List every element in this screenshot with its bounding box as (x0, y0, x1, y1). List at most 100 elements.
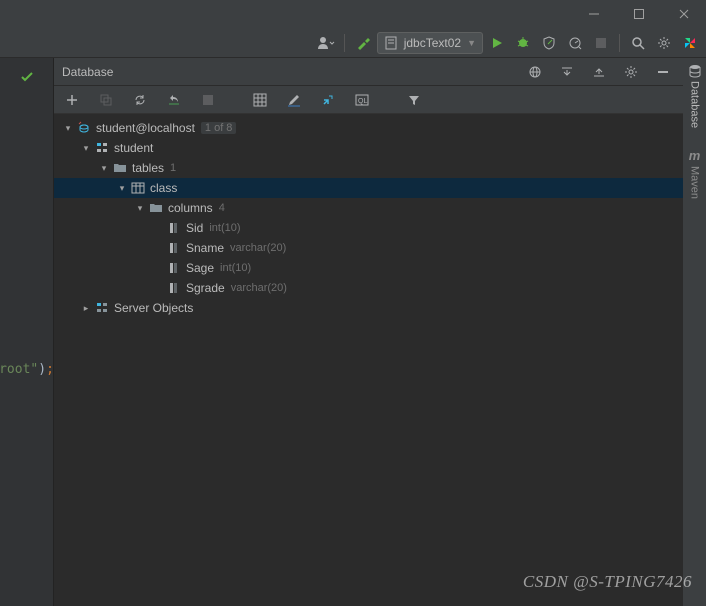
hammer-icon (356, 36, 370, 50)
query-console-button[interactable]: QL (350, 88, 374, 112)
user-icon (317, 36, 335, 50)
tree-row-column[interactable]: ▸ Sname varchar(20) (54, 238, 683, 258)
user-dropdown-button[interactable] (314, 31, 338, 55)
console-icon: QL (355, 93, 369, 107)
close-icon (678, 8, 690, 20)
add-datasource-button[interactable] (60, 88, 84, 112)
stop-icon (203, 95, 213, 105)
close-button[interactable] (661, 0, 706, 28)
tree-row-schema[interactable]: ▾ student (54, 138, 683, 158)
chevron-down-icon[interactable]: ▾ (60, 123, 76, 134)
chevron-down-icon[interactable]: ▾ (132, 203, 148, 214)
expand-button[interactable] (555, 60, 579, 84)
pencil-icon (287, 93, 301, 107)
database-icon (688, 64, 702, 78)
schema-label: student (114, 141, 153, 155)
database-tree[interactable]: ▾ student@localhost 1 of 8 ▾ student ▾ t… (54, 114, 683, 606)
window-titlebar (0, 0, 706, 28)
run-config-select[interactable]: jdbcText02 ▼ (377, 32, 483, 54)
tree-row-column[interactable]: ▸ Sid int(10) (54, 218, 683, 238)
database-panel-header: Database (54, 58, 683, 86)
jump-icon (321, 93, 335, 107)
column-type: varchar(20) (231, 282, 287, 294)
collapse-icon (593, 66, 605, 78)
search-everywhere-button[interactable] (626, 31, 650, 55)
tables-label: tables (132, 161, 164, 175)
run-button[interactable] (485, 31, 509, 55)
build-button[interactable] (351, 31, 375, 55)
column-type: int(10) (209, 222, 240, 234)
server-objects-icon (94, 300, 110, 316)
toolbox-button[interactable] (678, 31, 702, 55)
chevron-down-icon[interactable]: ▾ (96, 163, 112, 174)
edit-button[interactable] (282, 88, 306, 112)
jump-to-console-button[interactable] (316, 88, 340, 112)
columns-label: columns (168, 201, 213, 215)
separator (344, 34, 345, 52)
maven-tool-button[interactable]: m Maven (689, 148, 701, 199)
panel-settings-button[interactable] (619, 60, 643, 84)
filter-button[interactable] (402, 88, 426, 112)
schema-icon (94, 140, 110, 156)
column-type: int(10) (220, 262, 251, 274)
chevron-down-icon: ▼ (467, 38, 476, 48)
plus-icon (66, 94, 78, 106)
rollback-button[interactable] (162, 88, 186, 112)
database-tool-button[interactable]: Database (688, 64, 702, 128)
stop-button[interactable] (589, 31, 613, 55)
coverage-button[interactable] (537, 31, 561, 55)
tree-row-datasource[interactable]: ▾ student@localhost 1 of 8 (54, 118, 683, 138)
profiler-icon (568, 36, 582, 50)
column-icon (166, 240, 182, 256)
tree-row-table-class[interactable]: ▾ class (54, 178, 683, 198)
datasource-label: student@localhost (96, 121, 195, 135)
duplicate-icon (100, 94, 112, 106)
column-name: Sgrade (186, 281, 225, 295)
coverage-icon (542, 36, 556, 50)
play-icon (491, 37, 503, 49)
collapse-button[interactable] (587, 60, 611, 84)
inspections-ok-icon[interactable] (20, 70, 34, 84)
column-icon (166, 220, 182, 236)
refresh-icon (134, 94, 146, 106)
gear-icon (624, 65, 638, 79)
tree-row-column[interactable]: ▸ Sage int(10) (54, 258, 683, 278)
columns-count: 4 (219, 202, 225, 214)
separator (619, 34, 620, 52)
minimize-button[interactable] (571, 0, 616, 28)
hide-panel-button[interactable] (651, 60, 675, 84)
column-name: Sname (186, 241, 224, 255)
table-view-button[interactable] (248, 88, 272, 112)
tree-row-columns[interactable]: ▾ columns 4 (54, 198, 683, 218)
ide-settings-button[interactable] (652, 31, 676, 55)
tables-count: 1 (170, 162, 176, 174)
table-icon (130, 180, 146, 196)
maximize-icon (633, 8, 645, 20)
disconnect-button[interactable] (196, 88, 220, 112)
column-icon (166, 280, 182, 296)
right-toolwindow-stripe: Database m Maven (683, 58, 706, 606)
profiler-button[interactable] (563, 31, 587, 55)
tree-row-server-objects[interactable]: ▸ Server Objects (54, 298, 683, 318)
chevron-down-icon[interactable]: ▾ (114, 183, 130, 194)
ide-toolbar: jdbcText02 ▼ (0, 28, 706, 58)
minimize-icon (588, 8, 600, 20)
debug-button[interactable] (511, 31, 535, 55)
duplicate-button[interactable] (94, 88, 118, 112)
column-type: varchar(20) (230, 242, 286, 254)
left-gutter: root"); (0, 58, 53, 606)
database-tool-label: Database (689, 81, 701, 128)
view-mode-button[interactable] (523, 60, 547, 84)
chevron-right-icon[interactable]: ▸ (78, 303, 94, 314)
svg-text:QL: QL (358, 98, 367, 105)
tree-row-tables[interactable]: ▾ tables 1 (54, 158, 683, 178)
minimize-icon (657, 66, 669, 78)
maximize-button[interactable] (616, 0, 661, 28)
editor-fragment: root"); (0, 362, 54, 377)
folder-icon (112, 160, 128, 176)
chevron-down-icon[interactable]: ▾ (78, 143, 94, 154)
tree-row-column[interactable]: ▸ Sgrade varchar(20) (54, 278, 683, 298)
filter-icon (408, 94, 420, 106)
column-name: Sid (186, 221, 203, 235)
refresh-button[interactable] (128, 88, 152, 112)
